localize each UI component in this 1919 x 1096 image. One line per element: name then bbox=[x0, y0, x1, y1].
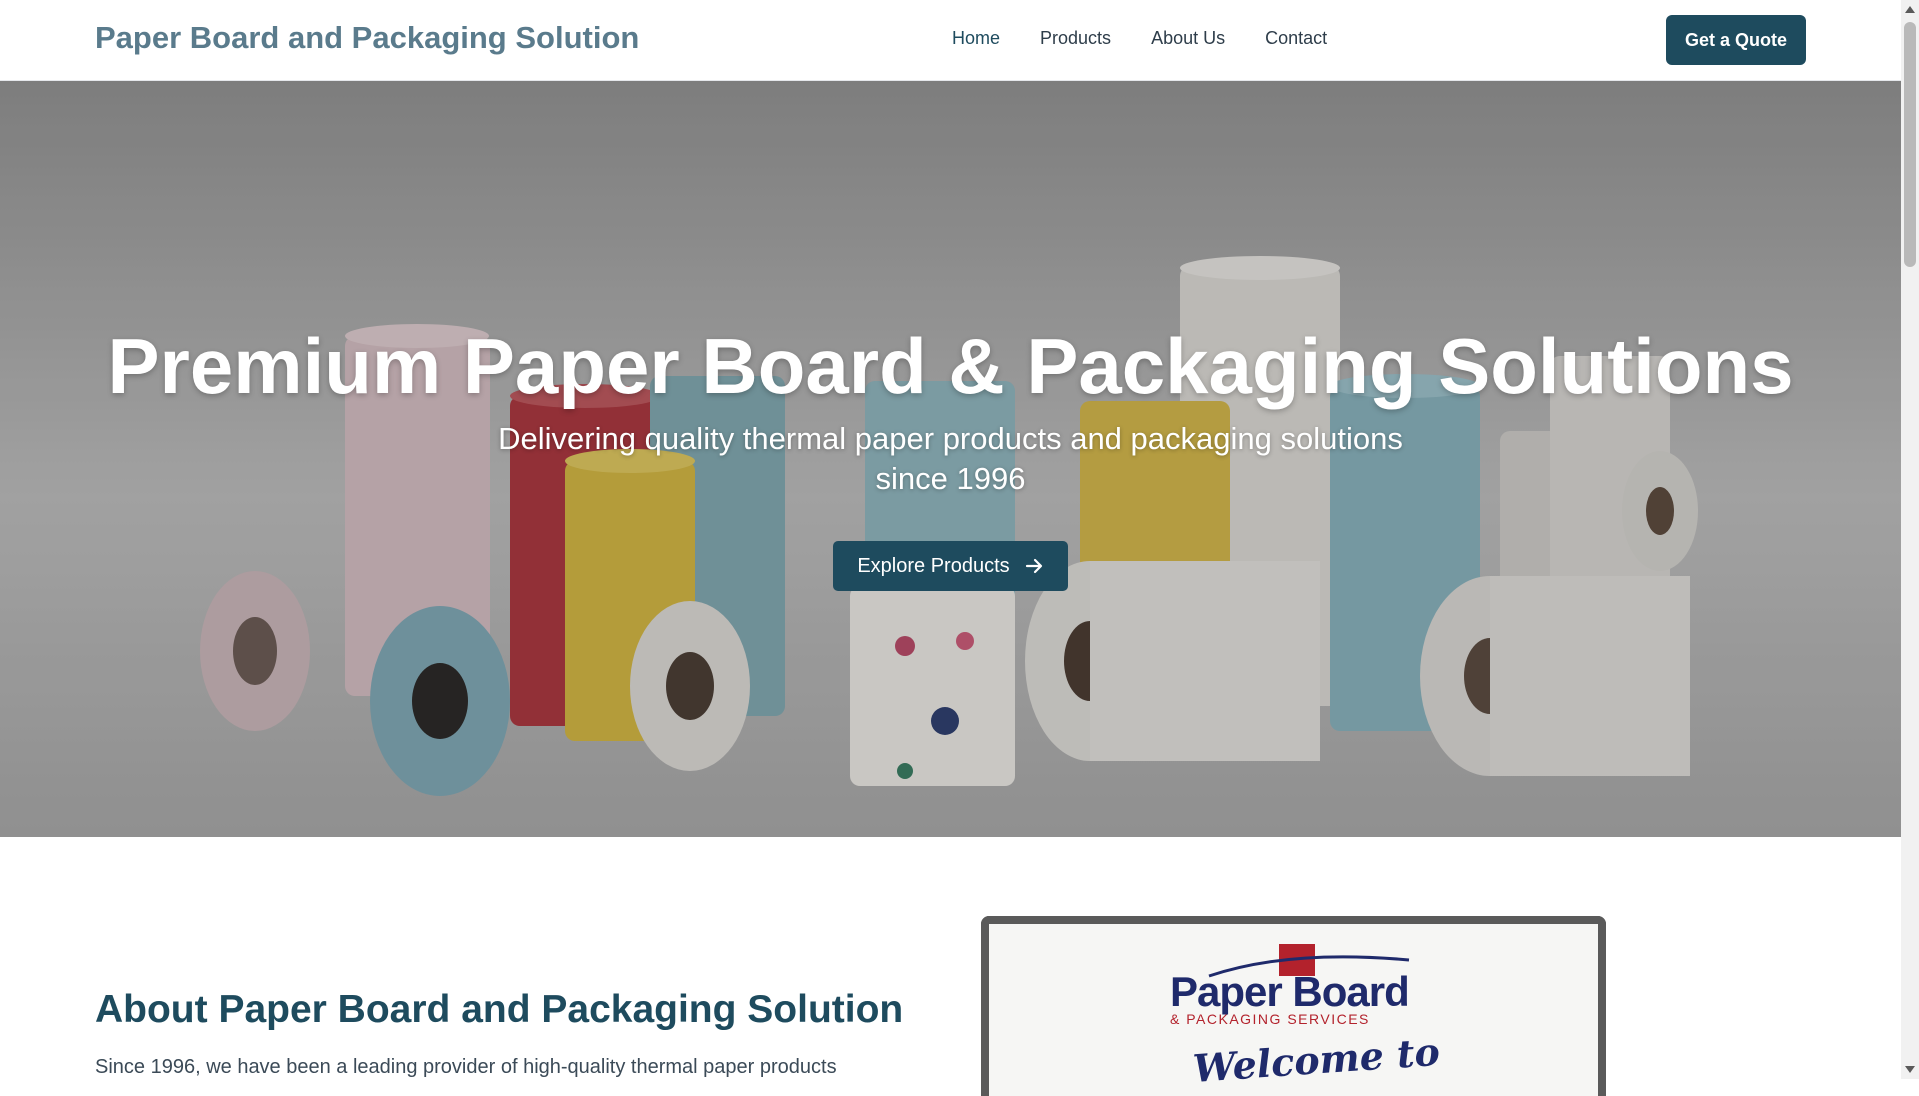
vertical-scrollbar[interactable] bbox=[1901, 0, 1919, 1079]
nav-about-us[interactable]: About Us bbox=[1151, 28, 1225, 49]
scroll-down-arrow-icon[interactable] bbox=[1905, 1066, 1915, 1073]
site-header: Paper Board and Packaging Solution Home … bbox=[0, 0, 1901, 81]
nav-products[interactable]: Products bbox=[1040, 28, 1111, 49]
hero-section: Premium Paper Board & Packaging Solution… bbox=[0, 81, 1901, 837]
nav-home[interactable]: Home bbox=[952, 28, 1000, 49]
get-quote-button[interactable]: Get a Quote bbox=[1666, 15, 1806, 65]
about-title: About Paper Board and Packaging Solution bbox=[95, 988, 904, 1031]
logo-text: Paper Board bbox=[1170, 968, 1409, 1015]
arrow-right-icon bbox=[1025, 558, 1042, 574]
logo-subtext: & PACKAGING SERVICES bbox=[1170, 1011, 1370, 1027]
company-logo: Paper Board & PACKAGING SERVICES Welcome… bbox=[1170, 944, 1441, 1091]
nav-contact[interactable]: Contact bbox=[1265, 28, 1327, 49]
scroll-up-arrow-icon[interactable] bbox=[1905, 6, 1915, 13]
about-image: Paper Board & PACKAGING SERVICES Welcome… bbox=[981, 916, 1606, 1096]
main-nav: Home Products About Us Contact bbox=[952, 28, 1327, 49]
about-text: Since 1996, we have been a leading provi… bbox=[95, 1056, 837, 1078]
hero-title: Premium Paper Board & Packaging Solution… bbox=[107, 322, 1794, 410]
explore-products-label: Explore Products bbox=[857, 554, 1010, 577]
explore-products-button[interactable]: Explore Products bbox=[833, 541, 1068, 591]
brand-name[interactable]: Paper Board and Packaging Solution bbox=[95, 20, 639, 56]
hero-subtitle: Delivering quality thermal paper product… bbox=[498, 421, 1403, 496]
scrollbar-thumb[interactable] bbox=[1904, 22, 1916, 267]
welcome-text: Welcome to bbox=[1191, 1029, 1441, 1091]
